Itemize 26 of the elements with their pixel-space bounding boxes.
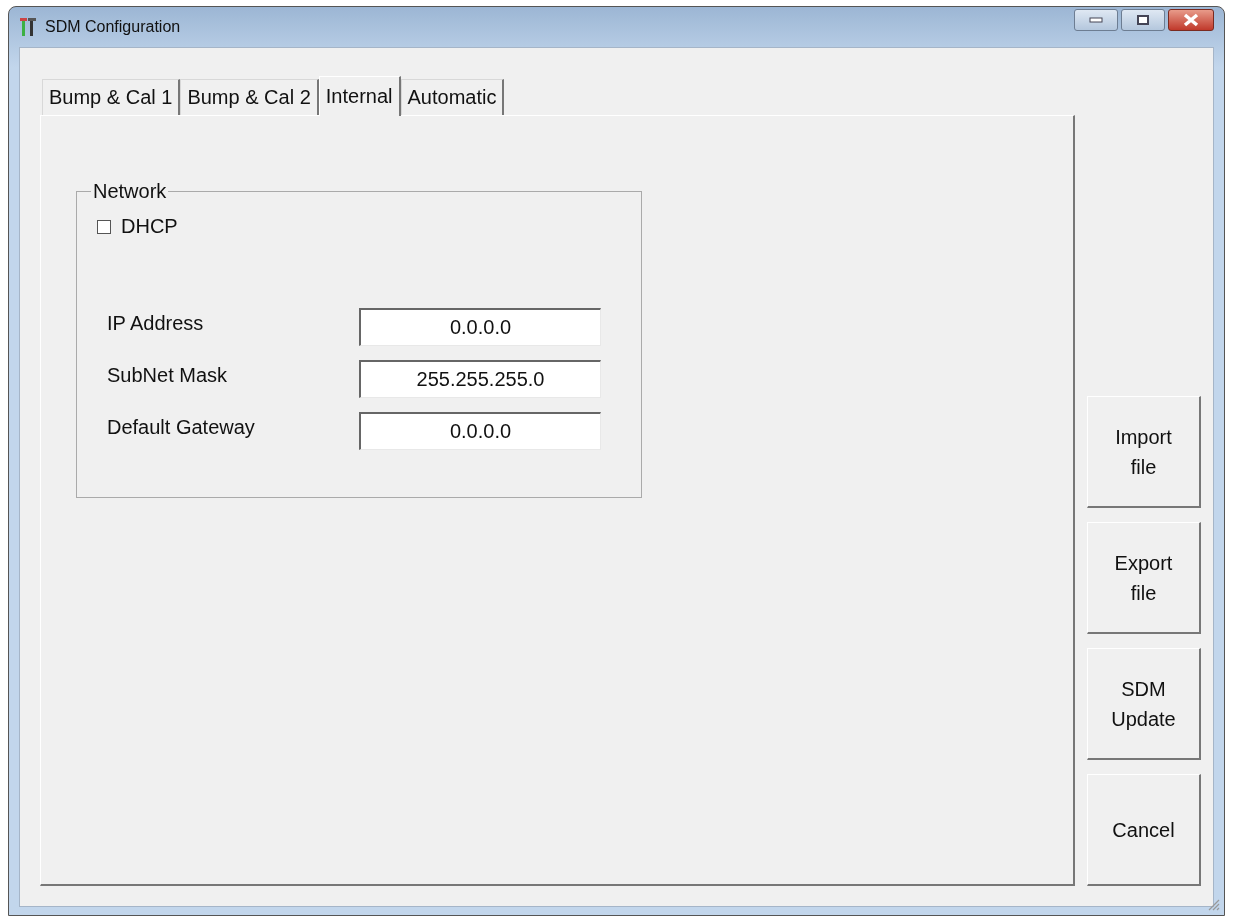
- group-title: Network: [92, 180, 168, 203]
- action-button[interactable]: Import file: [1087, 396, 1201, 508]
- action-button[interactable]: Export file: [1087, 522, 1201, 634]
- maximize-button[interactable]: [1121, 9, 1165, 31]
- input-field[interactable]: 0.0.0.0: [359, 308, 601, 346]
- minimize-icon: [1088, 16, 1104, 24]
- field-label: SubNet Mask: [107, 363, 229, 387]
- close-button[interactable]: [1168, 9, 1214, 31]
- checkbox-label: DHCP: [121, 215, 178, 238]
- checkbox[interactable]: [97, 219, 111, 234]
- tab[interactable]: Bump & Cal 2: [180, 79, 319, 115]
- tab[interactable]: Automatic: [400, 79, 505, 115]
- field-label: IP Address: [107, 311, 205, 335]
- resize-grip-icon: [1206, 897, 1220, 911]
- minimize-button[interactable]: [1074, 9, 1118, 31]
- close-icon: [1182, 13, 1200, 27]
- tools-icon: [19, 16, 39, 38]
- window-title: SDM Configuration: [45, 18, 181, 36]
- field-label: Default Gateway: [107, 415, 256, 439]
- tab[interactable]: Bump & Cal 1: [42, 79, 181, 115]
- input-field[interactable]: 255.255.255.0: [359, 360, 601, 398]
- action-button[interactable]: Cancel: [1087, 774, 1201, 886]
- maximize-icon: [1135, 14, 1151, 26]
- input-field[interactable]: 0.0.0.0: [359, 412, 601, 450]
- action-button[interactable]: SDM Update: [1087, 648, 1201, 760]
- tab[interactable]: Internal: [318, 76, 401, 116]
